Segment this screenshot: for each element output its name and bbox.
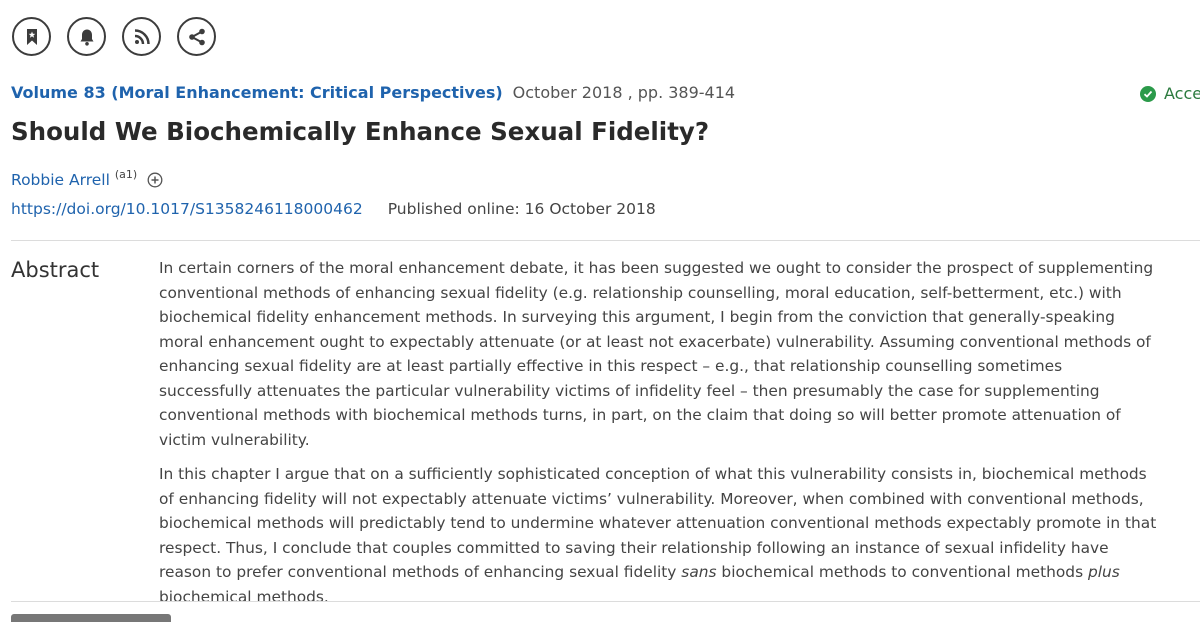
rss-icon [134,28,150,44]
access-badge: Acces [1140,84,1200,103]
doi-row: https://doi.org/10.1017/S135824611800046… [11,200,656,218]
article-actions [12,17,216,56]
doi-link[interactable]: https://doi.org/10.1017/S135824611800046… [11,200,363,218]
expand-affiliation-icon[interactable] [147,172,163,188]
publication-meta: Volume 83 (Moral Enhancement: Critical P… [11,83,735,102]
bell-icon [80,29,93,46]
author-row: Robbie Arrell (a1) [11,167,163,189]
volume-link[interactable]: Volume 83 (Moral Enhancement: Critical P… [11,83,503,102]
rss-button[interactable] [122,17,161,56]
check-circle-icon [1140,85,1156,102]
divider [11,240,1200,241]
alert-button[interactable] [67,17,106,56]
date-pages: October 2018 , pp. 389-414 [512,83,736,102]
bottom-tab[interactable] [11,614,171,622]
affiliation-ref: (a1) [114,167,138,181]
share-icon [188,28,205,45]
abstract-body: In certain corners of the moral enhancem… [159,256,1159,619]
author-link[interactable]: Robbie Arrell [11,171,110,189]
bookmark-button[interactable] [12,17,51,56]
abstract-paragraph-1: In certain corners of the moral enhancem… [159,259,1154,449]
bookmark-icon [26,28,37,45]
abstract-heading: Abstract [11,258,100,282]
article-title: Should We Biochemically Enhance Sexual F… [11,117,710,146]
divider [11,601,1200,602]
published-date: Published online: 16 October 2018 [387,200,656,218]
abstract-paragraph-2: In this chapter I argue that on a suffic… [159,465,1157,606]
access-label: Acces [1164,84,1200,103]
share-button[interactable] [177,17,216,56]
